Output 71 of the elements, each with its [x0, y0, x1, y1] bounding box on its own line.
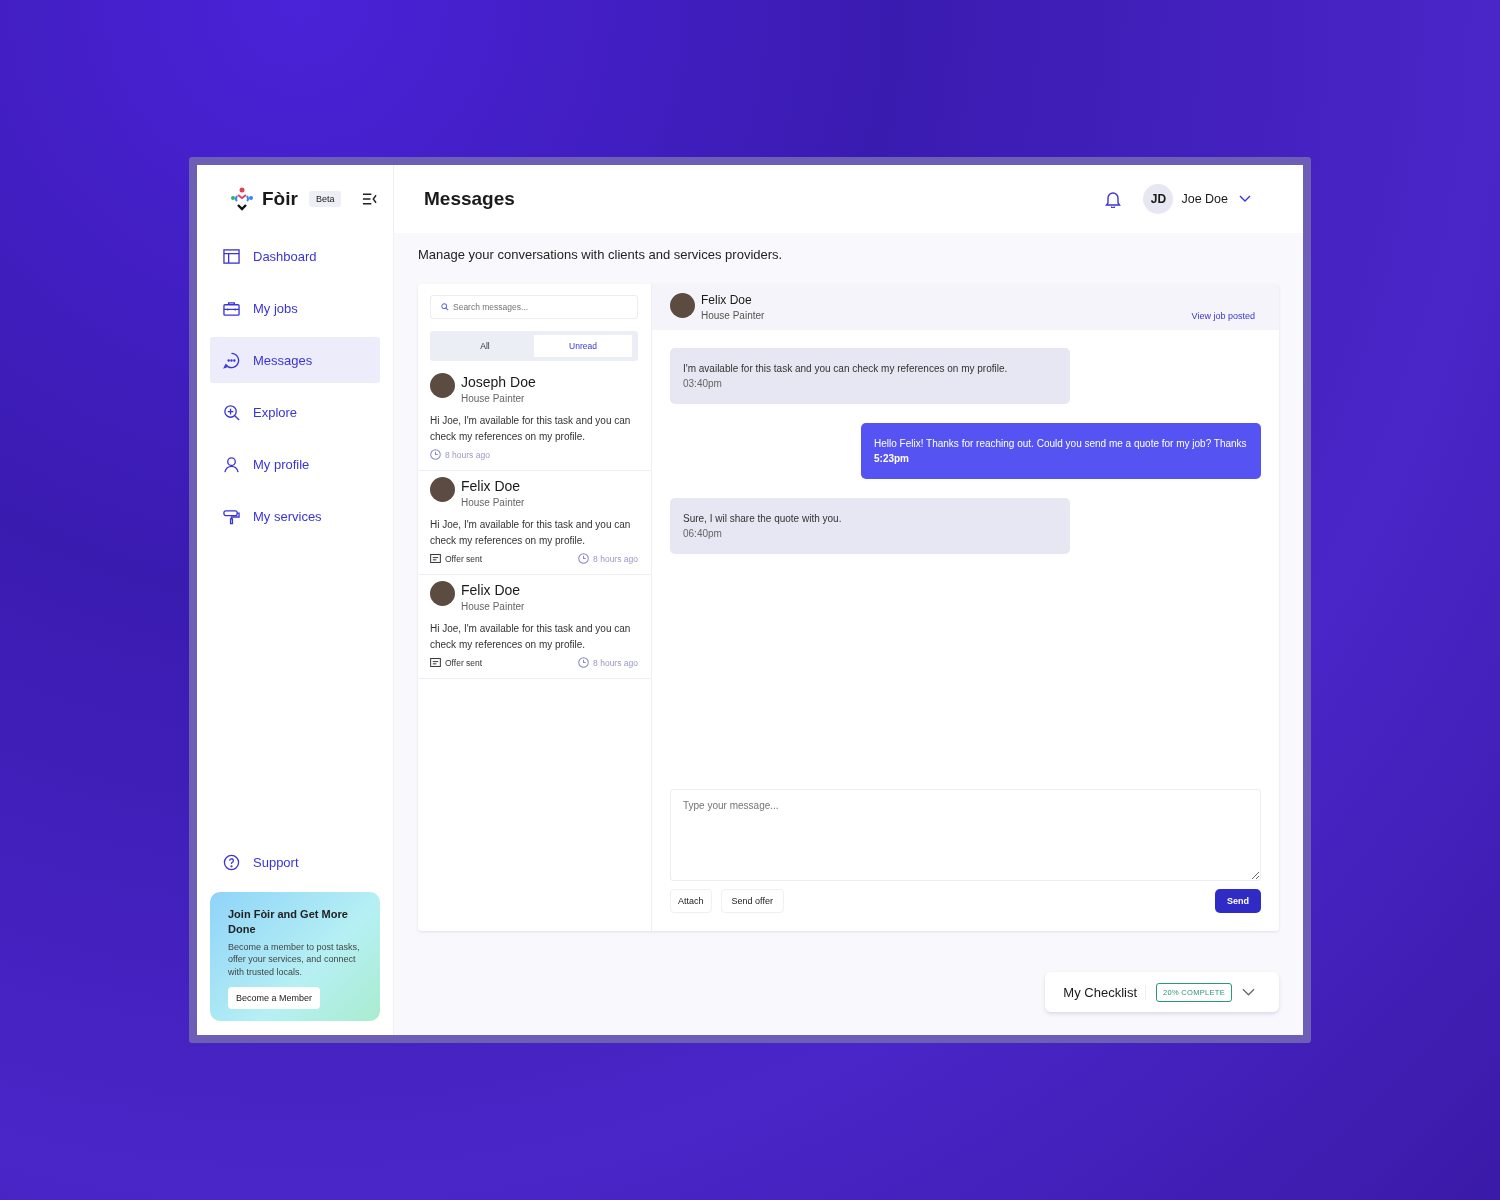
message-input[interactable]: Type your message...: [670, 789, 1261, 881]
avatar-photo: [430, 373, 455, 398]
document-icon: [430, 658, 441, 667]
composer-button[interactable]: Send offer: [720, 889, 784, 913]
message-time: 8 hours ago: [445, 449, 490, 460]
beta-badge: Beta: [308, 191, 342, 207]
sidebar-item[interactable]: Explore: [210, 389, 380, 435]
promo-text: Become a member to post tasks, offer your services, and connect with trusted locals.: [228, 940, 361, 978]
conversation-item[interactable]: Felix Doe House Painter Hi Joe, I'm available for this task and you can check my references on my profile. Offer sent 8 hours ago: [418, 575, 651, 679]
message-preview: Hi Joe, I'm available for this task and you can check my references on my profile.: [430, 414, 632, 444]
page-title: Messages: [424, 188, 515, 210]
user-avatar[interactable]: JD: [1143, 184, 1174, 214]
composer-button[interactable]: Attach: [670, 889, 712, 913]
filter-tab[interactable]: Unread: [534, 335, 632, 357]
message-time: 8 hours ago: [593, 553, 638, 564]
clock-icon: [578, 553, 590, 564]
page-subtitle: Manage your conversations with clients and services providers.: [418, 247, 784, 262]
offer-status: Offer sent: [445, 657, 483, 668]
offer-status: Offer sent: [445, 553, 483, 564]
sidebar-item[interactable]: My profile: [210, 441, 380, 487]
view-job-link[interactable]: View job posted: [1191, 311, 1255, 321]
contact-role: House Painter: [461, 601, 525, 612]
conversation-item[interactable]: Joseph Doe House Painter Hi Joe, I'm available for this task and you can check my references on my profile. 8 hours ago: [418, 367, 651, 471]
clock-icon: [578, 657, 590, 668]
become-member-button[interactable]: Become a Member: [228, 987, 321, 1009]
chat-bubble-icon: [223, 351, 240, 369]
message-text: Hello Felix! Thanks for reaching out. Could you send me a quote for my job? Thanks: [874, 437, 1248, 451]
support-link[interactable]: Support: [210, 839, 380, 886]
message-preview: Hi Joe, I'm available for this task and you can check my references on my profile.: [430, 518, 632, 548]
clock-icon: [430, 449, 441, 460]
document-icon: [430, 554, 441, 563]
briefcase-icon: [223, 299, 240, 317]
zoom-in-icon: [223, 403, 240, 421]
person-icon: [223, 455, 240, 473]
contact-role: House Painter: [461, 497, 525, 508]
chevron-down-icon[interactable]: [1239, 195, 1251, 203]
contact-name: Joseph Doe: [461, 373, 536, 391]
logo-icon: [229, 186, 255, 212]
brand-name: Fòir: [262, 188, 298, 210]
message-time: 03:40pm: [683, 377, 723, 391]
message-time: 5:23pm: [874, 452, 910, 466]
help-icon: [223, 854, 240, 871]
contact-name: Felix Doe: [461, 581, 522, 599]
avatar-photo: [430, 477, 455, 502]
avatar-photo: [670, 293, 695, 318]
contact-role: House Painter: [701, 310, 765, 321]
sidebar-item[interactable]: Dashboard: [210, 233, 380, 279]
sidebar-item[interactable]: Messages: [210, 337, 380, 383]
message-preview: Hi Joe, I'm available for this task and you can check my references on my profile.: [430, 622, 632, 652]
avatar-photo: [430, 581, 455, 606]
bell-icon[interactable]: [1105, 190, 1122, 208]
search-field[interactable]: Search messages...: [430, 295, 638, 319]
message-time: 06:40pm: [683, 527, 723, 541]
conversation-item[interactable]: Felix Doe House Painter Hi Joe, I'm available for this task and you can check my references on my profile. Offer sent 8 hours ago: [418, 471, 651, 575]
message-time: 8 hours ago: [593, 657, 638, 668]
message-text: I'm available for this task and you can check my references on my profile.: [683, 362, 1009, 376]
chevron-down-icon[interactable]: [1242, 988, 1255, 996]
user-name[interactable]: Joe Doe: [1181, 192, 1228, 206]
message-text: Sure, I wil share the quote with you.: [683, 512, 843, 526]
filter-tab[interactable]: All: [436, 335, 534, 357]
promo-title: Join Fòir and Get More Done: [228, 906, 349, 937]
contact-name: Felix Doe: [701, 293, 753, 307]
send-button[interactable]: Send: [1215, 889, 1261, 913]
paint-roller-icon: [223, 507, 240, 525]
dashboard-icon: [223, 247, 240, 265]
sidebar-item[interactable]: My jobs: [210, 285, 380, 331]
contact-role: House Painter: [461, 393, 526, 404]
sidebar-item[interactable]: My services: [210, 493, 380, 539]
checklist-title: My Checklist: [1063, 984, 1147, 1000]
collapse-menu-icon[interactable]: [362, 193, 378, 205]
contact-name: Felix Doe: [461, 477, 522, 495]
